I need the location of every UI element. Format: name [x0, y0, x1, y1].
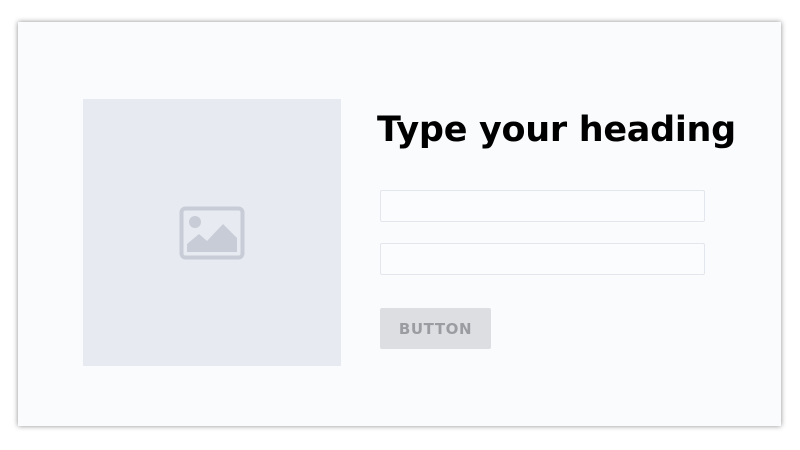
- form-card: Type your heading BUTTON: [18, 22, 781, 426]
- text-field-2[interactable]: [380, 243, 705, 275]
- text-field-1[interactable]: [380, 190, 705, 222]
- submit-button[interactable]: BUTTON: [380, 308, 491, 349]
- image-icon: [179, 206, 245, 260]
- page-title: Type your heading: [377, 110, 736, 150]
- image-placeholder[interactable]: [83, 99, 341, 366]
